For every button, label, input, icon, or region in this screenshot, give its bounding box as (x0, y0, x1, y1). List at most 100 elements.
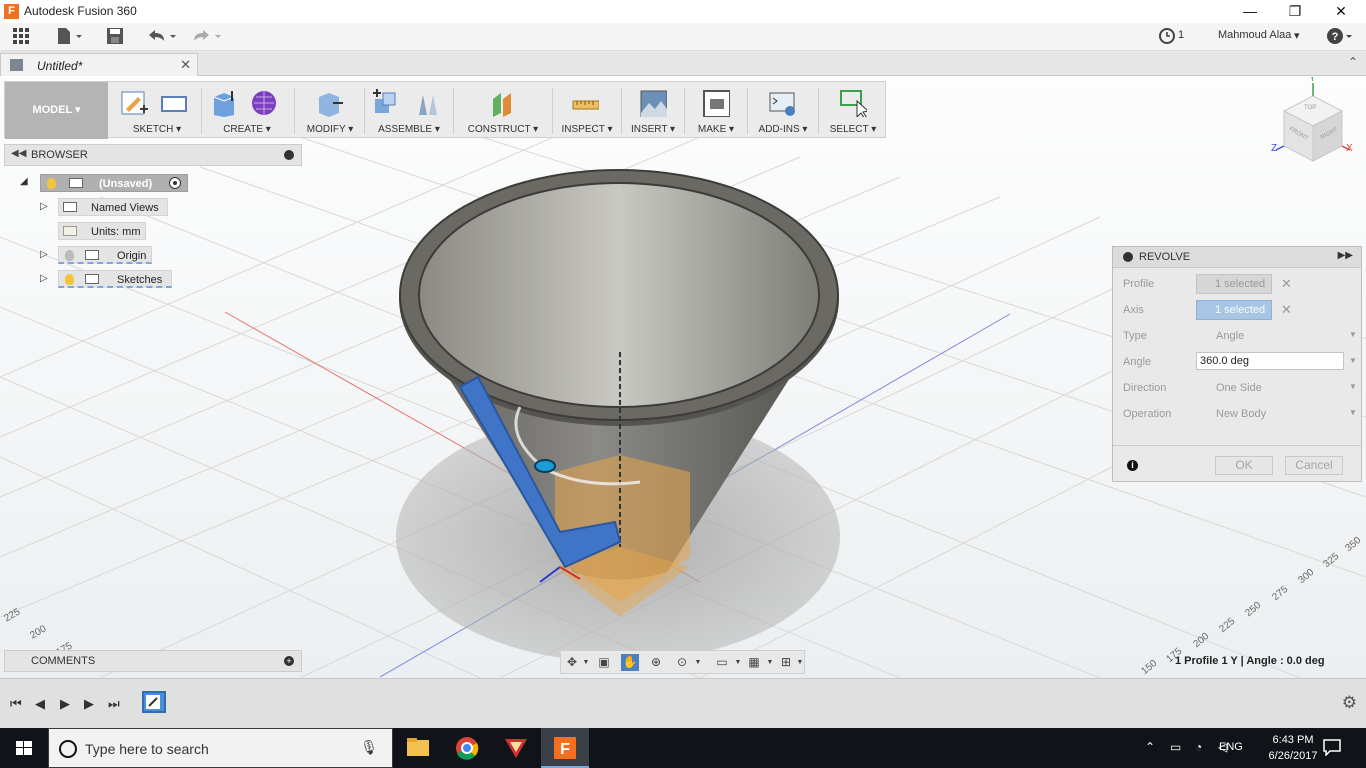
undo-icon[interactable] (146, 27, 180, 47)
modify-menu[interactable]: MODIFY ▾ (295, 124, 365, 135)
viewcube-top[interactable]: TOP (1304, 105, 1316, 111)
collapse-dialog-icon[interactable] (1123, 252, 1133, 262)
operation-dropdown-arrow-icon[interactable]: ▼ (1349, 408, 1357, 417)
battery-icon[interactable]: ▭ (1170, 740, 1181, 754)
tree-root[interactable]: ◢ (Unsaved) (18, 174, 198, 192)
expand-icon[interactable]: ▷ (40, 202, 50, 212)
axis-selection[interactable]: 1 selected (1196, 300, 1272, 320)
make-group[interactable]: MAKE ▾ (685, 82, 747, 139)
inspect-group[interactable]: INSPECT ▾ (553, 82, 621, 139)
pan-icon[interactable]: ✋ (621, 654, 639, 671)
collapse-browser-icon[interactable]: ◀◀ (11, 148, 26, 159)
play-icon[interactable]: ▶ (60, 696, 70, 712)
sketches-node[interactable]: Sketches (58, 270, 172, 288)
fusion-taskbar-icon[interactable]: F (541, 728, 589, 768)
root-node[interactable]: (Unsaved) (40, 174, 188, 192)
inspect-menu[interactable]: INSPECT ▾ (553, 124, 621, 135)
root-expander-icon[interactable]: ◢ (20, 177, 30, 187)
operation-dropdown[interactable]: New Body (1196, 404, 1266, 424)
sketch-menu[interactable]: SKETCH ▾ (112, 124, 202, 135)
type-dropdown-arrow-icon[interactable]: ▼ (1349, 330, 1357, 339)
comments-panel-header[interactable]: COMMENTS + (4, 650, 302, 672)
select-menu[interactable]: SELECT ▾ (819, 124, 887, 135)
profile-selection[interactable]: 1 selected (1196, 274, 1272, 294)
addins-group[interactable]: ADD-INS ▾ (748, 82, 818, 139)
angle-dropdown-arrow-icon[interactable]: ▼ (1349, 356, 1357, 365)
taskbar-clock[interactable]: 6:43 PM 6/26/2017 (1261, 732, 1325, 764)
ok-button[interactable]: OK (1215, 456, 1273, 475)
redo-icon[interactable] (190, 27, 224, 47)
visibility-bulb-icon[interactable] (47, 178, 56, 189)
go-to-end-icon[interactable]: ⏭ (108, 696, 120, 712)
insert-group[interactable]: INSERT ▾ (622, 82, 684, 139)
select-group[interactable]: SELECT ▾ (819, 82, 887, 139)
angle-input[interactable]: 360.0 deg (1196, 352, 1344, 370)
wifi-icon[interactable]: ◔ (1195, 740, 1202, 754)
tree-item-sketches[interactable]: ▷ Sketches (38, 270, 178, 288)
file-explorer-icon[interactable] (394, 728, 442, 768)
taskbar-search-box[interactable]: Type here to search 🎙 (48, 728, 393, 768)
start-button[interactable] (0, 728, 48, 768)
clear-profile-icon[interactable]: ✕ (1281, 276, 1292, 292)
file-menu-icon[interactable] (55, 27, 85, 47)
timeline-sketch-item[interactable] (142, 691, 166, 713)
activate-radio-icon[interactable] (169, 177, 181, 189)
expand-dialog-icon[interactable]: ▶▶ (1338, 250, 1353, 261)
tree-item-named-views[interactable]: ▷ Named Views (38, 198, 178, 216)
save-icon[interactable] (106, 27, 124, 47)
direction-dropdown-arrow-icon[interactable]: ▼ (1349, 382, 1357, 391)
collapse-icon[interactable]: ⌃ (1348, 55, 1358, 69)
type-dropdown[interactable]: Angle (1196, 326, 1244, 346)
chrome-icon[interactable] (443, 728, 491, 768)
step-back-icon[interactable]: ◀ (35, 696, 45, 712)
named-views-node[interactable]: Named Views (58, 198, 168, 216)
view-cube[interactable]: TOP FRONT RIGHT Y X Z (1268, 77, 1358, 171)
browser-pin-icon[interactable] (284, 150, 294, 160)
help-icon[interactable]: ? (1326, 26, 1354, 49)
construct-group[interactable]: CONSTRUCT ▾ (454, 82, 552, 139)
units-node[interactable]: Units: mm (58, 222, 146, 240)
assemble-menu[interactable]: ASSEMBLE ▾ (365, 124, 453, 135)
expand-icon[interactable]: ▷ (40, 250, 50, 260)
create-menu[interactable]: CREATE ▾ (202, 124, 292, 135)
make-menu[interactable]: MAKE ▾ (685, 124, 747, 135)
user-menu-chevron-icon[interactable]: ▾ (1294, 29, 1300, 42)
minimize-button[interactable]: — (1227, 0, 1273, 23)
modify-group[interactable]: MODIFY ▾ (295, 82, 365, 139)
step-forward-icon[interactable]: ▶ (84, 696, 94, 712)
orbit-dropdown-icon[interactable]: ▼ (577, 654, 595, 671)
origin-node[interactable]: Origin (58, 246, 152, 264)
data-panel-grid-icon[interactable] (12, 27, 30, 47)
look-at-icon[interactable]: ▣ (595, 654, 613, 671)
workspace-switcher-button[interactable]: MODEL ▾ (5, 82, 108, 139)
timeline-settings-gear-icon[interactable]: ⚙ (1342, 693, 1357, 713)
user-menu[interactable]: Mahmoud Alaa (1218, 29, 1291, 41)
fit-dropdown-icon[interactable]: ▼ (689, 654, 707, 671)
zoom-icon[interactable]: ⊕ (647, 654, 665, 671)
direction-dropdown[interactable]: One Side (1196, 378, 1262, 398)
insert-menu[interactable]: INSERT ▾ (622, 124, 684, 135)
add-comment-icon[interactable]: + (284, 656, 294, 666)
close-tab-icon[interactable]: ✕ (180, 57, 191, 73)
cancel-button[interactable]: Cancel (1285, 456, 1343, 475)
browser-panel-header[interactable]: ◀◀ BROWSER (4, 144, 302, 166)
construct-menu[interactable]: CONSTRUCT ▾ (454, 124, 552, 135)
visibility-bulb-icon[interactable] (65, 250, 74, 261)
microphone-icon[interactable]: 🎙 (360, 739, 378, 756)
restore-button[interactable]: ❐ (1272, 0, 1318, 23)
close-window-button[interactable]: ✕ (1318, 0, 1364, 23)
language-indicator[interactable]: ENG (1219, 741, 1243, 753)
job-status-clock-icon[interactable] (1158, 27, 1176, 47)
show-hidden-icons-chevron-icon[interactable]: ⌃ (1145, 740, 1155, 754)
info-icon[interactable]: i (1127, 460, 1138, 471)
app-red-icon[interactable] (492, 728, 540, 768)
assemble-group[interactable]: ASSEMBLE ▾ (365, 82, 453, 139)
viewports-dropdown-icon[interactable]: ▼ (791, 654, 809, 671)
go-to-start-icon[interactable]: ⏮ (10, 696, 22, 712)
expand-icon[interactable]: ▷ (40, 274, 50, 284)
revolve-dialog-header[interactable]: REVOLVE ▶▶ (1113, 247, 1361, 268)
tab-untitled[interactable]: Untitled* ✕ (0, 53, 198, 76)
visibility-bulb-icon[interactable] (65, 274, 74, 285)
tree-item-units[interactable]: Units: mm (38, 222, 158, 240)
clear-axis-icon[interactable]: ✕ (1281, 302, 1292, 318)
